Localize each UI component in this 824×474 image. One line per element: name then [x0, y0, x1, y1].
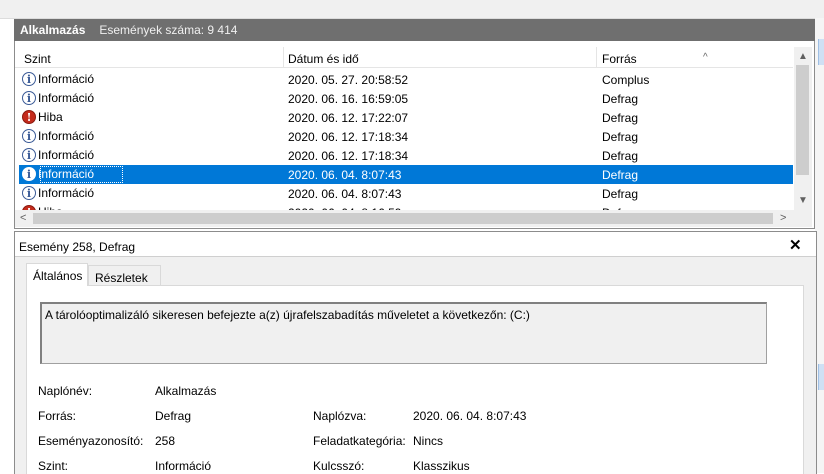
- event-id-label: Eseményazonosító:: [38, 434, 144, 448]
- log-name-value: Alkalmazás: [155, 384, 217, 398]
- event-list[interactable]: Szint Dátum és idő Forrás ^ i Információ 2…: [14, 41, 815, 229]
- horizontal-scroll-thumb[interactable]: [33, 213, 773, 224]
- event-source-cell: Defrag: [602, 187, 639, 201]
- right-pane-highlight: [818, 39, 824, 65]
- info-icon: i: [22, 91, 36, 105]
- info-icon: i: [22, 129, 36, 143]
- scrollbar-corner: [794, 210, 812, 227]
- vertical-scroll-thumb[interactable]: [796, 65, 809, 175]
- task-category-value: Nincs: [413, 434, 444, 448]
- event-row[interactable]: ! Hiba 2020. 06. 12. 17:22:07 Defrag: [19, 108, 793, 127]
- log-title: Alkalmazás: [20, 23, 86, 37]
- event-datetime-cell: 2020. 06. 04. 8:07:43: [288, 187, 402, 201]
- event-source-cell: Defrag: [602, 149, 639, 163]
- info-icon: i: [22, 186, 36, 200]
- column-level[interactable]: Szint: [24, 52, 51, 66]
- scroll-up-icon[interactable]: ▲: [798, 51, 808, 62]
- general-tab-panel: A tárolóoptimalizáló sikeresen befejezte…: [26, 285, 804, 474]
- column-source[interactable]: Forrás: [602, 52, 637, 66]
- event-level-cell: i Információ: [22, 186, 94, 200]
- scroll-down-icon[interactable]: ▼: [798, 195, 808, 206]
- event-datetime-cell: 2020. 06. 04. 8:07:43: [288, 168, 402, 182]
- column-datetime[interactable]: Dátum és idő: [288, 52, 359, 66]
- source-label: Forrás:: [38, 409, 77, 423]
- column-header-row: Szint Dátum és idő Forrás ^: [15, 47, 793, 68]
- close-icon[interactable]: ✕: [789, 236, 802, 254]
- event-level-text: Információ: [38, 129, 95, 143]
- event-row[interactable]: i Információ 2020. 06. 04. 8:07:43 Defrag: [19, 184, 793, 203]
- event-level-cell: i Információ: [22, 129, 94, 143]
- event-level-text: Hiba: [38, 110, 63, 124]
- event-level-text: Információ: [38, 72, 95, 86]
- event-row[interactable]: i Információ 2020. 05. 27. 20:58:52 Complus: [19, 70, 793, 89]
- event-message-box[interactable]: A tárolóoptimalizáló sikeresen befejezte…: [40, 302, 767, 364]
- event-level-text: Információ: [38, 148, 95, 162]
- event-datetime-cell: 2020. 06. 16. 16:59:05: [288, 92, 409, 106]
- source-value: Defrag: [155, 409, 192, 423]
- event-detail-pane: Esemény 258, Defrag ✕ Általános Részlete…: [14, 231, 817, 474]
- event-row[interactable]: i Információ 2020. 06. 04. 8:07:43 Defrag: [19, 165, 793, 184]
- event-message: A tárolóoptimalizáló sikeresen befejezte…: [45, 308, 530, 322]
- level-value: Információ: [155, 459, 212, 473]
- detail-title: Esemény 258, Defrag: [19, 240, 136, 254]
- event-source-cell: Defrag: [602, 92, 639, 106]
- error-icon: !: [22, 110, 36, 124]
- keywords-value: Klasszikus: [413, 459, 470, 473]
- logged-label: Naplózva:: [313, 409, 367, 423]
- vertical-scrollbar[interactable]: ▲ ▼: [794, 47, 812, 210]
- event-datetime-cell: 2020. 06. 12. 17:18:34: [288, 130, 409, 144]
- log-header: Alkalmazás Események száma: 9 414: [14, 19, 815, 41]
- detail-body: Általános Részletek A tárolóoptimalizáló…: [15, 257, 816, 474]
- top-strip: [0, 0, 824, 19]
- keywords-label: Kulcsszó:: [313, 459, 365, 473]
- event-level-text: Információ: [38, 91, 95, 105]
- column-divider[interactable]: [283, 47, 284, 67]
- task-category-label: Feladatkategória:: [313, 434, 406, 448]
- selection-focus-rect: [40, 166, 123, 183]
- event-count: Események száma: 9 414: [99, 23, 238, 37]
- event-source-cell: Complus: [602, 73, 650, 87]
- event-row[interactable]: i Információ 2020. 06. 12. 17:18:34 Defrag: [19, 127, 793, 146]
- horizontal-scrollbar[interactable]: < >: [15, 210, 794, 227]
- detail-header: Esemény 258, Defrag ✕: [15, 232, 816, 257]
- event-row[interactable]: i Információ 2020. 06. 16. 16:59:05 Defrag: [19, 89, 793, 108]
- event-datetime-cell: 2020. 05. 27. 20:58:52: [288, 73, 409, 87]
- event-level-text: Információ: [38, 186, 95, 200]
- event-source-cell: Defrag: [602, 168, 639, 182]
- level-label: Szint:: [38, 459, 69, 473]
- event-id-value: 258: [155, 434, 176, 448]
- sort-ascending-icon: ^: [703, 52, 708, 63]
- scroll-right-icon[interactable]: >: [780, 212, 786, 224]
- event-level-cell: i Információ: [22, 72, 94, 86]
- tab-general[interactable]: Általános: [26, 263, 88, 286]
- tab-details[interactable]: Részletek: [88, 265, 161, 285]
- event-level-cell: !Hiba: [22, 110, 63, 124]
- event-level-cell: i Információ: [22, 148, 94, 162]
- column-divider[interactable]: [596, 47, 597, 67]
- tab-general-label: Általános: [33, 269, 83, 283]
- scroll-left-icon[interactable]: <: [20, 212, 26, 224]
- info-icon: i: [22, 72, 36, 86]
- tab-details-label: Részletek: [95, 271, 148, 285]
- event-level-cell: i Információ: [22, 91, 94, 105]
- event-row[interactable]: i Információ 2020. 06. 12. 17:18:34 Defrag: [19, 146, 793, 165]
- log-name-label: Naplónév:: [38, 384, 93, 398]
- event-source-cell: Defrag: [602, 130, 639, 144]
- event-datetime-cell: 2020. 06. 12. 17:18:34: [288, 149, 409, 163]
- event-source-cell: Defrag: [602, 111, 639, 125]
- info-icon: i: [22, 148, 36, 162]
- info-icon: i: [22, 167, 36, 181]
- logged-value: 2020. 06. 04. 8:07:43: [413, 409, 527, 423]
- right-pane-highlight: [818, 364, 824, 390]
- event-datetime-cell: 2020. 06. 12. 17:22:07: [288, 111, 409, 125]
